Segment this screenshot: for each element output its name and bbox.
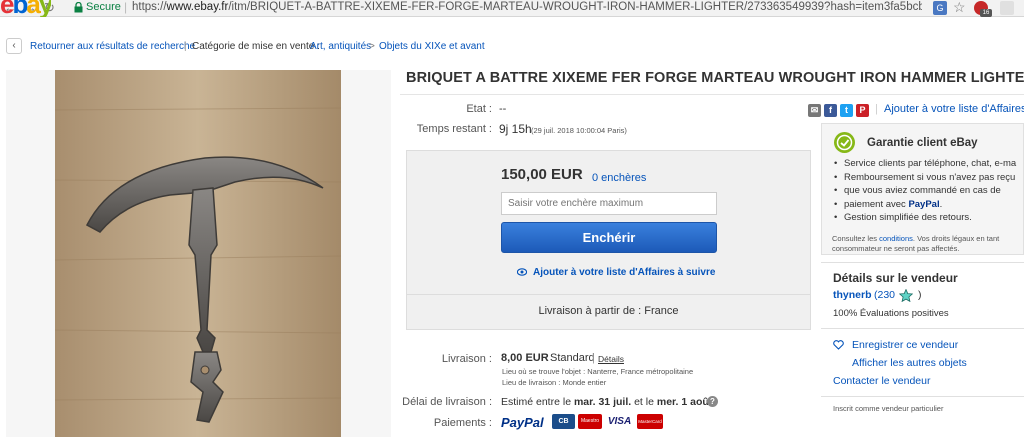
email-icon[interactable]: ✉ — [808, 104, 821, 117]
eta-prefix: Estimé entre le — [501, 396, 572, 408]
eta-label: Délai de livraison : — [402, 396, 492, 408]
chevron-left-icon[interactable]: ‹ — [6, 38, 22, 54]
seller-divider — [821, 328, 1024, 329]
guarantee-item: Service clients par téléphone, chat, e-m… — [832, 157, 1022, 171]
eta-date-1: mar. 31 juil. — [573, 396, 632, 408]
paypal-word: PayPal — [908, 198, 940, 210]
current-price: 150,00 EUR — [501, 166, 583, 183]
condition-label: Etat : — [466, 103, 492, 115]
back-to-results-link[interactable]: Retourner aux résultats de recherche — [30, 41, 195, 52]
breadcrumb-item-art[interactable]: Art, antiquités — [310, 41, 371, 52]
profile-icon[interactable] — [1000, 1, 1014, 15]
facebook-icon[interactable]: f — [824, 104, 837, 117]
item-photo[interactable] — [55, 70, 341, 437]
extension-badge: 16 — [980, 9, 992, 17]
heart-icon[interactable] — [833, 340, 844, 350]
cb-card-icon: CB — [552, 414, 575, 429]
address-bar[interactable]: https://www.ebay.fr/itm/BRIQUET-A-BATTRE… — [132, 1, 922, 13]
payments-label: Paiements : — [433, 417, 492, 429]
share-divider: | — [875, 103, 878, 115]
breadcrumb-separator: > — [369, 41, 375, 52]
seller-divider — [821, 262, 1024, 263]
paypal-text: PayPal — [501, 415, 544, 430]
breadcrumb-item-objets[interactable]: Objets du XIXe et avant — [379, 41, 485, 52]
eye-icon — [517, 268, 527, 276]
feedback-score-link[interactable]: (230 — [874, 289, 895, 301]
positive-feedback: 100% Évaluations positives — [833, 308, 949, 319]
help-icon[interactable]: ? — [707, 396, 718, 407]
secure-label: Secure — [86, 1, 121, 13]
url-divider: | — [124, 0, 128, 14]
guarantee-list: Service clients par téléphone, chat, e-m… — [832, 157, 1022, 225]
eta-date-2: mer. 1 août — [656, 396, 713, 408]
time-left-label: Temps restant : — [416, 123, 492, 135]
seller-heading: Détails sur le vendeur — [833, 271, 958, 285]
item-image-panel[interactable] — [6, 70, 391, 437]
url-path: /itm/BRIQUET-A-BATTRE-XIXEME-FER-FORGE-M… — [228, 1, 922, 13]
category-label: Catégorie de mise en vente : — [192, 41, 320, 52]
pinterest-icon[interactable]: P — [856, 104, 869, 117]
twitter-icon[interactable]: t — [840, 104, 853, 117]
delivery-area: Lieu de livraison : Monde entier — [502, 378, 607, 387]
delivery-price: 8,00 EUR — [501, 352, 549, 364]
guarantee-item: Gestion simplifiée des retours. — [832, 211, 1022, 225]
conditions-link[interactable]: conditions — [879, 234, 913, 243]
ebay-logo[interactable]: ebay — [0, 0, 51, 17]
delivery-divider: | — [592, 352, 595, 364]
lock-icon — [74, 2, 83, 13]
paypal-logo: PayPal — [501, 415, 544, 430]
browser-toolbar: ← → ↻ Secure | https://www.ebay.fr/itm/B… — [0, 0, 1024, 17]
bid-box: 150,00 EUR 0 enchères Enchérir Ajouter à… — [406, 150, 811, 330]
star-icon — [899, 289, 913, 302]
maestro-card-icon: Maestro — [578, 414, 602, 429]
watchlist-label: Ajouter à votre liste d'Affaires à suivr… — [533, 267, 716, 278]
guarantee-item-text: paiement avec — [844, 198, 906, 210]
eta-text: Estimé entre le mar. 31 juil. et le mer.… — [501, 396, 712, 408]
title-divider — [400, 94, 1024, 95]
max-bid-input[interactable] — [501, 192, 717, 215]
guarantee-title: Garantie client eBay — [867, 137, 978, 149]
condition-value: -- — [499, 103, 507, 115]
foot-text: consommateur ne seront pas affectés. — [832, 244, 960, 253]
foot-text: . Vos droits légaux en tant — [912, 234, 1000, 243]
guarantee-item-cont: paiement avec PayPal. — [832, 198, 1022, 212]
item-location: Lieu où se trouve l'objet : Nanterre, Fr… — [502, 367, 694, 376]
place-bid-button[interactable]: Enchérir — [501, 222, 717, 253]
seller-registered-text: Inscrit comme vendeur particulier — [833, 404, 944, 413]
url-host: www.ebay.fr — [166, 1, 229, 13]
shipping-from-text: Livraison à partir de : France — [538, 305, 679, 317]
delivery-label: Livraison : — [441, 353, 492, 365]
guarantee-shield-icon — [834, 132, 855, 153]
ebay-guarantee-panel: Garantie client eBay Service clients par… — [821, 123, 1024, 255]
other-items-link[interactable]: Afficher les autres objets — [852, 357, 967, 369]
eta-mid: et le — [634, 396, 654, 408]
foot-text: Consultez les — [832, 234, 878, 243]
breadcrumb-divider: | — [184, 41, 187, 52]
translate-icon[interactable]: G — [933, 1, 947, 15]
contact-seller-link[interactable]: Contacter le vendeur — [833, 375, 930, 387]
feedback-close: ) — [918, 289, 922, 301]
guarantee-item: Remboursement si vous n'avez pas reçu — [832, 171, 1022, 185]
seller-divider — [821, 396, 1024, 397]
add-to-watchlist-link[interactable]: Ajouter à votre liste d'Affaires à — [884, 103, 1024, 115]
item-title: BRIQUET A BATTRE XIXEME FER FORGE MARTEA… — [406, 70, 1024, 86]
save-seller-link[interactable]: Enregistrer ce vendeur — [852, 339, 958, 351]
delivery-method: Standard — [550, 352, 595, 364]
seller-panel: Détails sur le vendeur thynerb (230 ) 10… — [821, 262, 1024, 437]
delivery-details-link[interactable]: Détails — [598, 354, 624, 364]
guarantee-footnote: Consultez les conditions. Vos droits lég… — [832, 234, 999, 254]
bid-box-divider — [407, 294, 810, 295]
time-left-detail: (29 juil. 2018 10:00:04 Paris) — [531, 126, 627, 135]
star-icon[interactable]: ☆ — [953, 0, 967, 15]
guarantee-item-text: que vous aviez commandé en cas de — [844, 185, 1001, 196]
visa-card-icon: VISA — [606, 414, 633, 429]
time-left-value: 9j 15h — [499, 122, 532, 136]
mastercard-icon: MasterCard — [637, 414, 663, 429]
bid-count-link[interactable]: 0 enchères — [592, 172, 646, 184]
guarantee-item-cont: que vous aviez commandé en cas de — [832, 184, 1022, 198]
url-scheme: https:// — [132, 1, 167, 13]
seller-name-link[interactable]: thynerb — [833, 289, 872, 301]
